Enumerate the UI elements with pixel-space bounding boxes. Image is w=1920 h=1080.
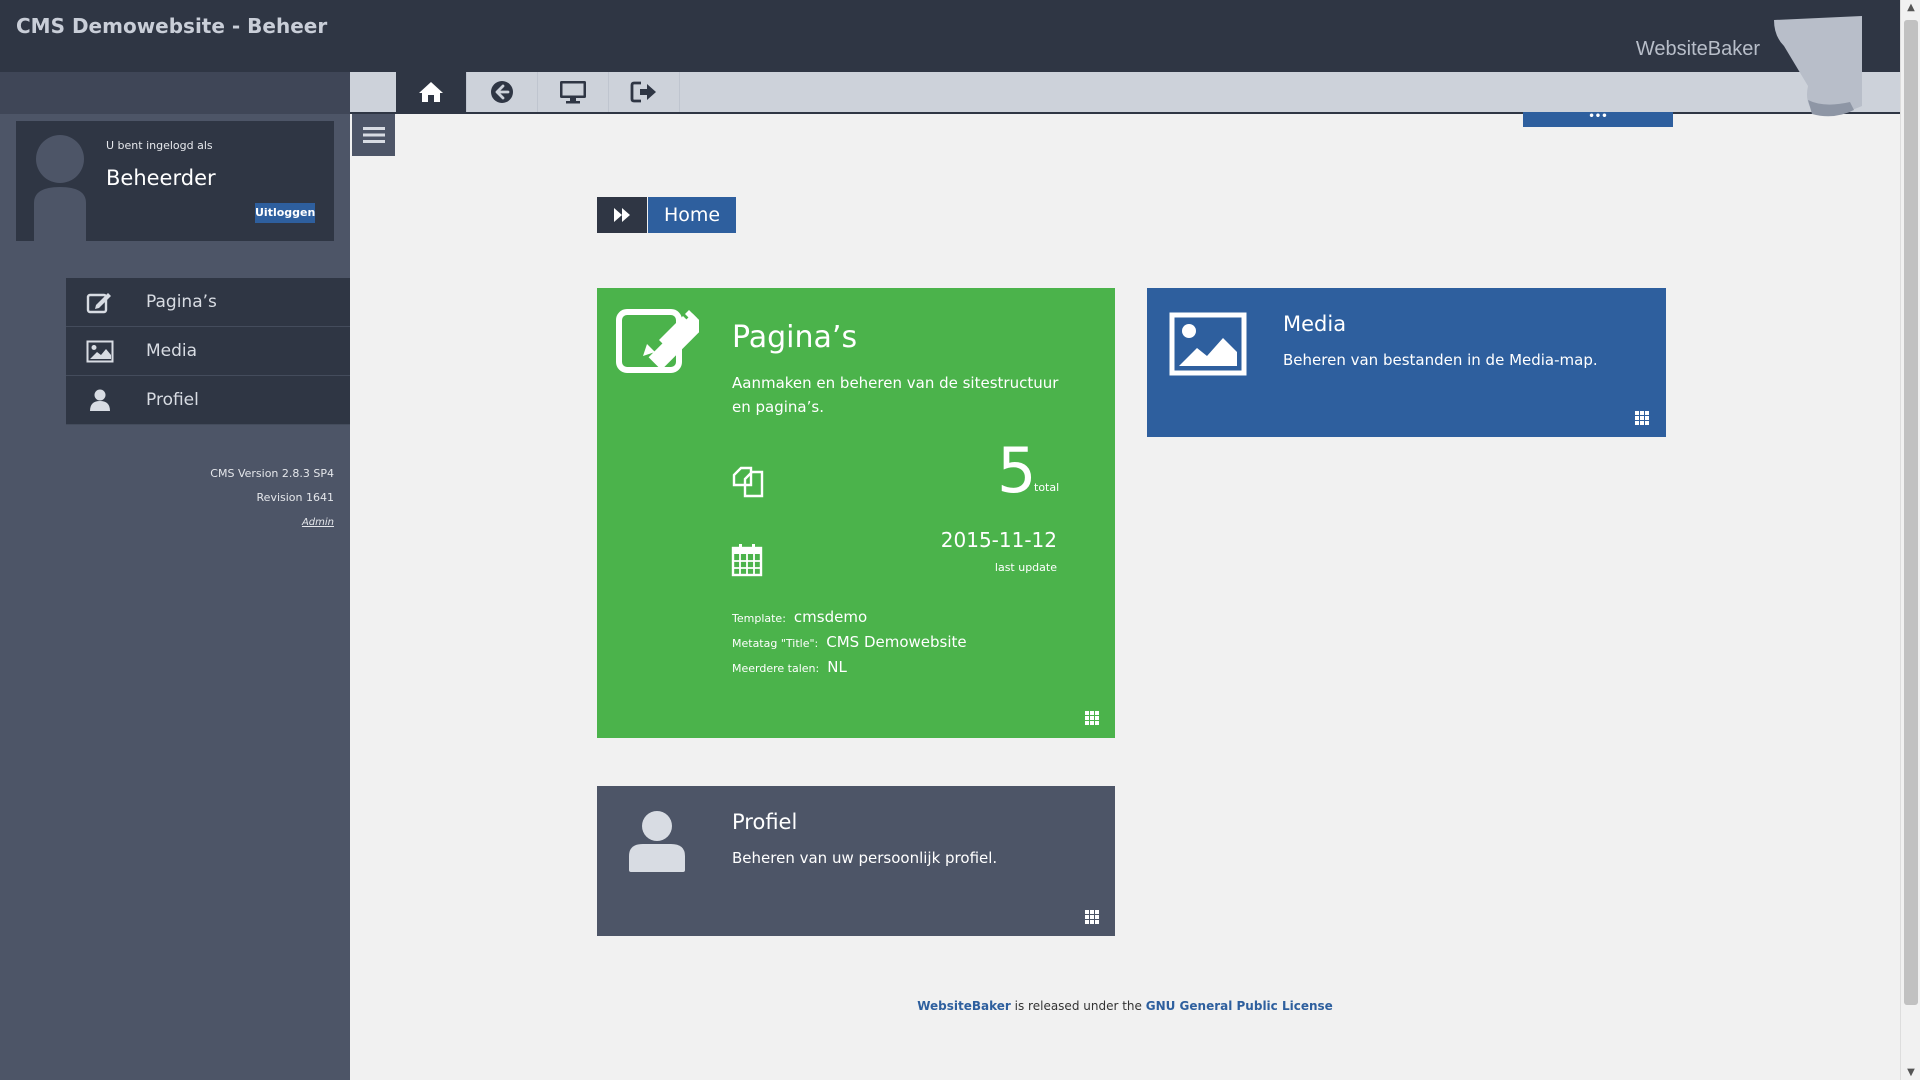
scroll-up-icon[interactable]: ▲ bbox=[1905, 2, 1917, 13]
pages-total-count: 5 bbox=[997, 434, 1037, 507]
grid-icon[interactable] bbox=[1085, 711, 1099, 725]
home-button[interactable] bbox=[396, 72, 467, 112]
avatar-icon bbox=[34, 135, 86, 241]
sign-out-icon bbox=[630, 81, 656, 103]
desktop-icon bbox=[560, 81, 586, 104]
pages-card-description: Aanmaken en beheren van de sitestructuur… bbox=[732, 374, 1059, 416]
image-icon bbox=[86, 340, 114, 363]
pages-total-label: total bbox=[1034, 481, 1060, 494]
sidebar-nav: Pagina’s Media Profiel bbox=[66, 278, 350, 425]
pages-last-update: 2015-11-12 bbox=[940, 528, 1057, 552]
template-info: Template: cmsdemo bbox=[732, 608, 867, 626]
sidebar-item-label: Media bbox=[146, 341, 198, 361]
cms-version: CMS Version 2.8.3 SP4 bbox=[210, 467, 334, 480]
sign-out-button[interactable] bbox=[609, 72, 680, 112]
brand-name: WebsiteBaker bbox=[1635, 38, 1760, 60]
sidebar-item-media[interactable]: Media bbox=[66, 327, 350, 376]
hamburger-icon bbox=[362, 127, 385, 143]
footer-text: is released under the bbox=[1010, 999, 1146, 1013]
more-tab-button[interactable]: ••• bbox=[1523, 112, 1673, 127]
image-icon bbox=[1169, 312, 1247, 376]
languages-info: Meerdere talen: NL bbox=[732, 658, 847, 676]
user-icon bbox=[629, 811, 685, 872]
media-card[interactable]: Media Beheren van bestanden in de Media-… bbox=[1147, 288, 1666, 437]
version-info: CMS Version 2.8.3 SP4 Revision 1641 Admi… bbox=[134, 462, 334, 535]
grid-icon[interactable] bbox=[1085, 910, 1099, 924]
back-button[interactable] bbox=[467, 72, 538, 112]
brand-logo-icon bbox=[1774, 16, 1862, 117]
page-scrollbar[interactable]: ▲ ▼ bbox=[1900, 0, 1920, 1080]
media-card-description: Beheren van bestanden in de Media-map. bbox=[1283, 351, 1598, 369]
metatag-label: Metatag "Title": bbox=[732, 637, 819, 650]
calendar-icon bbox=[731, 544, 763, 577]
user-box: U bent ingelogd als Beheerder Uitloggen bbox=[16, 121, 334, 241]
sidebar-item-label: Pagina’s bbox=[146, 292, 217, 312]
scroll-down-icon[interactable]: ▼ bbox=[1905, 1067, 1917, 1078]
websitebaker-link[interactable]: WebsiteBaker bbox=[917, 999, 1011, 1013]
sidebar-item-pages[interactable]: Pagina’s bbox=[66, 278, 350, 327]
sidebar-top-strip bbox=[0, 72, 350, 114]
profile-card[interactable]: Profiel Beheren van uw persoonlijk profi… bbox=[597, 786, 1115, 936]
edit-icon bbox=[86, 293, 111, 314]
languages-label: Meerdere talen: bbox=[732, 662, 820, 675]
edit-icon bbox=[616, 309, 699, 373]
template-label: Template: bbox=[732, 612, 786, 625]
sidebar-item-label: Profiel bbox=[146, 390, 199, 410]
pages-last-update-label: last update bbox=[994, 561, 1057, 574]
site-title: CMS Demowebsite - Beheer bbox=[16, 14, 328, 38]
media-card-title: Media bbox=[1283, 312, 1347, 336]
user-icon bbox=[90, 389, 110, 411]
logged-in-label: U bent ingelogd als bbox=[106, 139, 213, 152]
menu-toggle-button[interactable] bbox=[352, 114, 395, 156]
top-header: CMS Demowebsite - Beheer WebsiteBaker bbox=[0, 0, 1900, 72]
footer: WebsiteBaker is released under the GNU G… bbox=[350, 999, 1900, 1013]
breadcrumb-home[interactable]: Home bbox=[648, 197, 736, 233]
logout-button[interactable]: Uitloggen bbox=[255, 203, 315, 223]
pages-card-title: Pagina’s bbox=[732, 320, 858, 355]
sidebar: U bent ingelogd als Beheerder Uitloggen … bbox=[0, 72, 350, 1080]
profile-card-title: Profiel bbox=[732, 810, 798, 834]
username: Beheerder bbox=[106, 166, 216, 190]
copy-icon bbox=[732, 466, 764, 498]
grid-icon[interactable] bbox=[1635, 411, 1649, 425]
pages-card[interactable]: Pagina’s Aanmaken en beheren van de site… bbox=[597, 288, 1115, 738]
home-icon bbox=[419, 82, 443, 102]
languages-value: NL bbox=[827, 658, 847, 676]
license-link[interactable]: GNU General Public License bbox=[1146, 999, 1333, 1013]
cms-revision: Revision 1641 bbox=[256, 491, 334, 504]
admin-link[interactable]: Admin bbox=[302, 517, 334, 528]
metatag-value: CMS Demowebsite bbox=[826, 633, 967, 651]
view-site-button[interactable] bbox=[538, 72, 609, 112]
forward-icon bbox=[597, 197, 647, 233]
scrollbar-thumb[interactable] bbox=[1904, 20, 1918, 1005]
back-icon bbox=[491, 81, 513, 103]
metatag-info: Metatag "Title": CMS Demowebsite bbox=[732, 633, 967, 651]
sidebar-item-profile[interactable]: Profiel bbox=[66, 376, 350, 425]
template-value: cmsdemo bbox=[793, 608, 868, 626]
profile-card-description: Beheren van uw persoonlijk profiel. bbox=[732, 849, 998, 867]
